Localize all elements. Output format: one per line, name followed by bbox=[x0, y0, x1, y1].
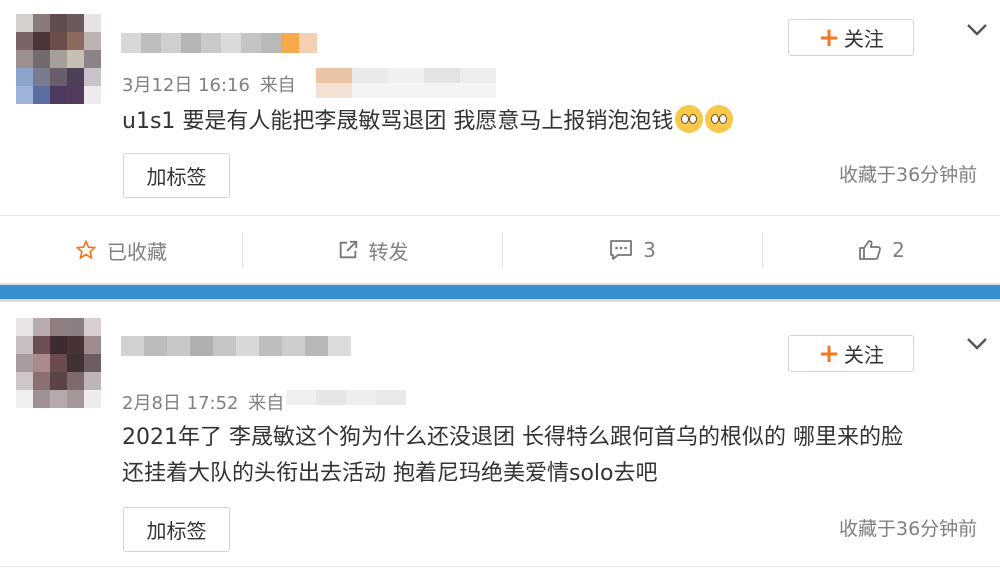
repost-icon bbox=[339, 240, 357, 259]
star-icon bbox=[76, 240, 96, 259]
source-blurred bbox=[316, 68, 496, 98]
post-text-line: 2021年了 李晟敏这个狗为什么还没退团 长得特么跟何首乌的根似的 哪里来的脸 bbox=[122, 425, 903, 450]
repost-button[interactable]: 转发 bbox=[243, 216, 502, 284]
source-blurred bbox=[286, 390, 406, 420]
add-tag-label: 加标签 bbox=[146, 519, 207, 543]
favorited-time: 收藏于36分钟前 bbox=[839, 518, 978, 540]
add-tag-button[interactable]: 加标签 bbox=[123, 153, 230, 198]
avatar[interactable] bbox=[16, 14, 101, 104]
comment-count: 3 bbox=[643, 238, 656, 262]
post-time[interactable]: 2月8日 17:52 bbox=[122, 393, 239, 414]
post-time[interactable]: 3月12日 16:16 bbox=[122, 75, 250, 96]
follow-button[interactable]: + 关注 bbox=[788, 19, 914, 56]
feed-card-2: + 关注 2月8日 17:52 来自 2021年了 李晟敏这个狗为什么还没退团 … bbox=[0, 302, 1000, 571]
post-meta: 2月8日 17:52 来自 bbox=[122, 389, 284, 415]
username-blurred[interactable] bbox=[121, 336, 351, 356]
post-meta: 3月12日 16:16 来自 bbox=[122, 71, 296, 97]
like-icon bbox=[859, 240, 882, 260]
username-blurred[interactable] bbox=[121, 33, 317, 53]
action-bar: 已收藏 转发 3 2 bbox=[0, 215, 1000, 284]
follow-button[interactable]: + 关注 bbox=[788, 335, 914, 372]
post-text-line: 还挂着大队的头衔出去活动 抱着尼玛绝美爱情solo去吧 bbox=[122, 461, 658, 486]
follow-label: 关注 bbox=[843, 343, 884, 367]
feed-divider bbox=[0, 283, 1000, 302]
emoji-icon bbox=[675, 105, 704, 133]
favorite-button[interactable]: 已收藏 bbox=[0, 216, 242, 284]
follow-label: 关注 bbox=[843, 27, 884, 51]
plus-icon: + bbox=[818, 338, 840, 369]
feed-card-1: + 关注 3月12日 16:16 来自 u1s1 要是有人能把李晟敏骂退团 我愿… bbox=[0, 0, 1000, 283]
avatar[interactable] bbox=[16, 318, 101, 408]
comment-icon bbox=[610, 240, 633, 260]
repost-label: 转发 bbox=[368, 239, 409, 264]
like-count: 2 bbox=[892, 238, 905, 262]
add-tag-button[interactable]: 加标签 bbox=[123, 507, 230, 552]
card-bottom-border bbox=[0, 566, 1000, 567]
post-source-label: 来自 bbox=[248, 393, 285, 414]
chevron-down-icon[interactable] bbox=[965, 336, 989, 352]
post-text-line: u1s1 要是有人能把李晟敏骂退团 我愿意马上报销泡泡钱 bbox=[122, 109, 674, 134]
post-source-label: 来自 bbox=[259, 75, 296, 96]
chevron-down-icon[interactable] bbox=[965, 22, 989, 38]
emoji-icon bbox=[705, 105, 734, 133]
add-tag-label: 加标签 bbox=[146, 165, 207, 189]
post-content: 2021年了 李晟敏这个狗为什么还没退团 长得特么跟何首乌的根似的 哪里来的脸 … bbox=[122, 420, 903, 492]
post-content: u1s1 要是有人能把李晟敏骂退团 我愿意马上报销泡泡钱 bbox=[122, 104, 734, 140]
like-button[interactable]: 2 bbox=[763, 216, 1000, 284]
favorite-label: 已收藏 bbox=[107, 239, 167, 264]
plus-icon: + bbox=[818, 22, 840, 53]
favorited-time: 收藏于36分钟前 bbox=[839, 164, 978, 186]
comment-button[interactable]: 3 bbox=[503, 216, 762, 284]
